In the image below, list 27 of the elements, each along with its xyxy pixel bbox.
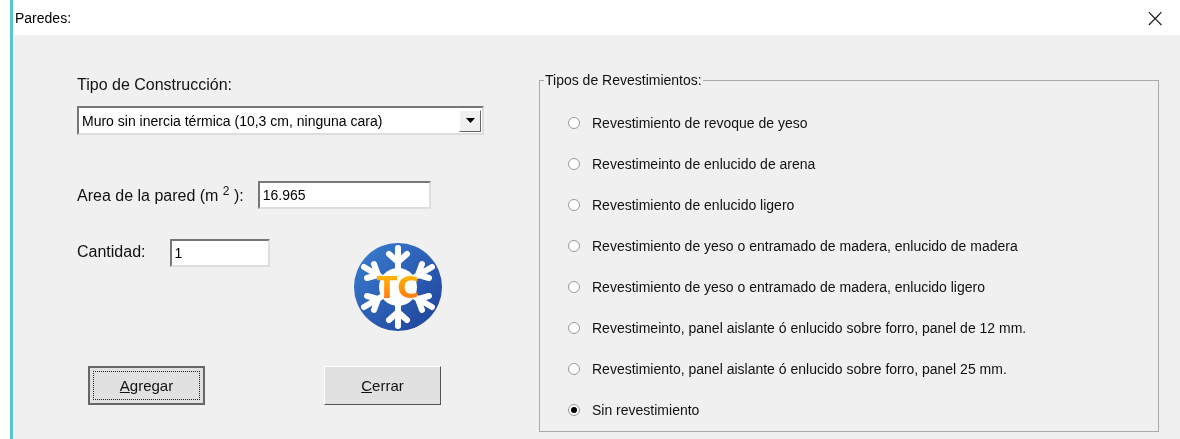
radio-label[interactable]: Sin revestimiento — [592, 402, 700, 418]
add-button[interactable]: Agregar — [88, 366, 205, 405]
radio-label[interactable]: Revestimeinto, panel aislante ó enlucido sobre forro, panel de 12 mm. — [592, 320, 1027, 336]
construction-dropdown[interactable]: Muro sin inercia térmica (10,3 cm, ninguna cara) — [77, 106, 484, 135]
radio-button[interactable] — [568, 404, 580, 416]
radio-button[interactable] — [568, 117, 580, 129]
radio-label[interactable]: Revestimiento de enlucido ligero — [592, 197, 795, 213]
field-label: Cantidad: — [77, 243, 146, 261]
window-title: Paredes: — [15, 9, 72, 26]
radio-label[interactable]: Revestimiento de yeso o entramado de madera, enlucido de madera — [592, 238, 1018, 254]
radio-button[interactable] — [568, 158, 580, 170]
radio-label[interactable]: Revestimiento, panel aislante ó enlucido sobre forro, panel 25 mm. — [592, 361, 1007, 377]
radio-button[interactable] — [568, 240, 580, 252]
close-button[interactable]: × — [1138, 4, 1172, 31]
radio-label[interactable]: Revestimiento de yeso o entramado de madera, enlucido ligero — [592, 279, 985, 295]
radio-button[interactable] — [568, 363, 580, 375]
quantity-input-field[interactable]: 1 — [169, 239, 270, 267]
field-label: Area de la pared (m $^{2}$ ): — [77, 184, 244, 206]
area-input-field[interactable]: 16.965 — [257, 181, 431, 209]
group-title: Tipos de Revestimientos: — [544, 72, 703, 88]
radio-button[interactable] — [568, 199, 580, 211]
radio-button[interactable] — [568, 281, 580, 293]
radio-label[interactable]: Revestimiento de revoque de yeso — [592, 115, 808, 131]
field-label: Tipo de Construcción: — [77, 76, 234, 94]
radio-label[interactable]: Revestimeinto de enlucido de arena — [592, 156, 816, 172]
close-dialog-button[interactable]: Cerrar — [324, 366, 441, 405]
radio-button[interactable] — [568, 322, 580, 334]
